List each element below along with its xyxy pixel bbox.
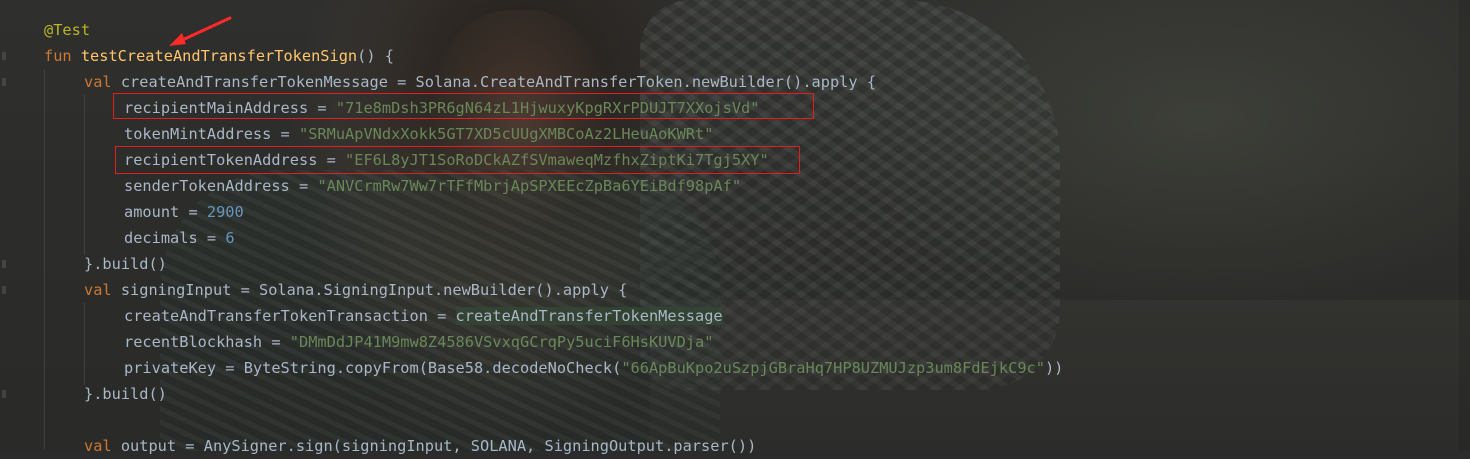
code-token-plain: }.build() <box>84 255 167 273</box>
code-token-plain: amount = <box>124 203 207 221</box>
code-token-str: "DMmDdJP41M9mw8Z4586VSvxqGCrqPy5uciF6HsK… <box>289 333 714 351</box>
code-line[interactable]: val signingInput = Solana.SigningInput.n… <box>0 277 1470 303</box>
code-token-plain: signingInput = Solana.SigningInput.newBu… <box>120 281 628 299</box>
code-token-plain: createAndTransferTokenTransaction = <box>124 307 456 325</box>
code-line[interactable]: }.build() <box>0 381 1470 407</box>
code-token-str: "SRMuApVNdxXokk5GT7XD5cUUgXMBCoAz2LHeuAo… <box>298 125 714 143</box>
code-token-plain: recentBlockhash = <box>124 333 290 351</box>
code-token-plain: () { <box>357 47 394 65</box>
code-token-str: "EF6L8yJT1SoRoDCkAZfSVmaweqMzfhxZiptKi7T… <box>345 151 769 169</box>
code-token-num: 2900 <box>206 203 244 221</box>
code-token-hl: createAndTransferTokenMessage <box>455 307 723 325</box>
code-token-str: "71e8mDsh3PR6gN64zL1HjwuxyKpgRXrPDUJT7XX… <box>335 99 760 117</box>
code-line[interactable]: createAndTransferTokenTransaction = crea… <box>0 303 1470 329</box>
code-token-plain: senderTokenAddress = <box>124 177 318 195</box>
code-line[interactable] <box>0 407 1470 433</box>
code-line[interactable]: recipientTokenAddress = "EF6L8yJT1SoRoDC… <box>0 147 1470 173</box>
code-line[interactable]: val createAndTransferTokenMessage = Sola… <box>0 69 1470 95</box>
code-token-anno: @Test <box>44 21 91 39</box>
code-token-plain: output = AnySigner.sign(signingInput, SO… <box>120 437 757 455</box>
code-token-kw: val <box>84 73 121 91</box>
code-token-num: 6 <box>225 229 235 247</box>
code-line[interactable]: tokenMintAddress = "SRMuApVNdxXokk5GT7XD… <box>0 121 1470 147</box>
code-editor[interactable]: @Test fun testCreateAndTransferTokenSign(… <box>0 17 1470 459</box>
code-token-plain: )) <box>1044 359 1064 377</box>
annotation-arrow <box>169 16 232 46</box>
code-token-plain: recipientMainAddress = <box>124 99 336 117</box>
code-token-plain: privateKey = ByteString.copyFrom(Base58.… <box>124 359 622 377</box>
code-token-plain: tokenMintAddress = <box>124 125 299 143</box>
code-line[interactable]: senderTokenAddress = "ANVCrmRw7Ww7rTFfMb… <box>0 173 1470 199</box>
code-token-plain: }.build() <box>84 385 167 403</box>
code-line[interactable]: }.build() <box>0 251 1470 277</box>
code-token-plain: decimals = <box>124 229 226 247</box>
code-token-plain: recipientTokenAddress = <box>124 151 346 169</box>
code-line[interactable]: amount = 2900 <box>0 199 1470 225</box>
code-token-kw: val <box>84 437 121 455</box>
code-token-str: "ANVCrmRw7Ww7rTFfMbrjApSPXEEcZpBa6YEiBdf… <box>317 177 742 195</box>
code-token-kw: val <box>84 281 121 299</box>
code-line[interactable]: recentBlockhash = "DMmDdJP41M9mw8Z4586VS… <box>0 329 1470 355</box>
code-line[interactable]: val output = AnySigner.sign(signingInput… <box>0 433 1470 459</box>
code-token-str: "66ApBuKpo2uSzpjGBraHq7HP8UZMUJzp3um8FdE… <box>621 359 1045 377</box>
code-line[interactable]: decimals = 6 <box>0 225 1470 251</box>
code-token-kw: fun <box>44 47 81 65</box>
code-line[interactable]: recipientMainAddress = "71e8mDsh3PR6gN64… <box>0 95 1470 121</box>
code-token-plain: createAndTransferTokenMessage = Solana.C… <box>120 73 877 91</box>
code-line[interactable]: privateKey = ByteString.copyFrom(Base58.… <box>0 355 1470 381</box>
